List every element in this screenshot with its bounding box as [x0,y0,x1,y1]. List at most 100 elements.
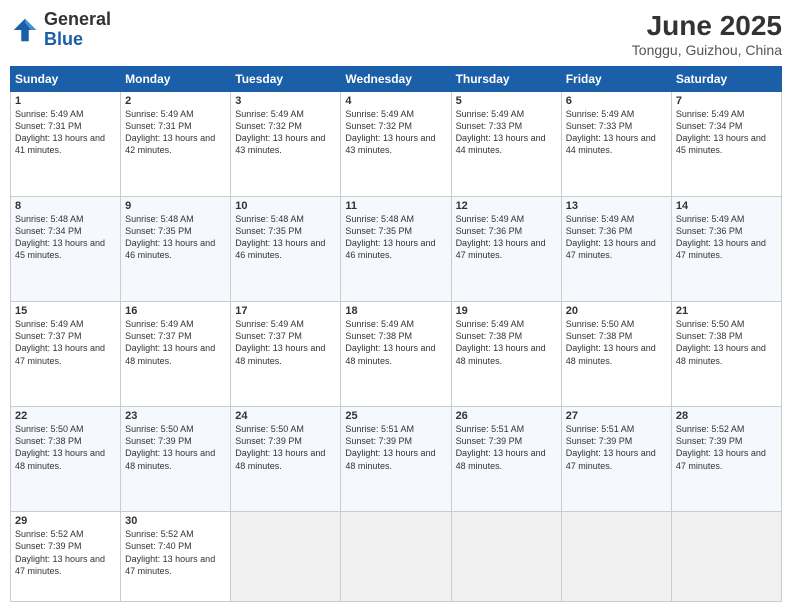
col-thursday: Thursday [451,67,561,92]
day-info: Sunrise: 5:52 AM Sunset: 7:40 PM Dayligh… [125,528,226,577]
day-number: 19 [456,305,557,317]
sunrise-label: Sunrise: 5:49 AM [15,319,84,329]
sunrise-label: Sunrise: 5:52 AM [15,529,84,539]
sunset-label: Sunset: 7:35 PM [345,226,412,236]
day-number: 9 [125,200,226,212]
day-number: 3 [235,95,336,107]
sunrise-label: Sunrise: 5:48 AM [345,214,414,224]
day-number: 18 [345,305,446,317]
sunrise-label: Sunrise: 5:49 AM [15,109,84,119]
header-row: Sunday Monday Tuesday Wednesday Thursday… [11,67,782,92]
daylight-label: Daylight: 13 hours and 43 minutes. [345,133,435,155]
day-number: 28 [676,410,777,422]
day-number: 14 [676,200,777,212]
table-row: 28 Sunrise: 5:52 AM Sunset: 7:39 PM Dayl… [671,407,781,512]
sunrise-label: Sunrise: 5:49 AM [125,319,194,329]
day-number: 16 [125,305,226,317]
calendar-week-5: 29 Sunrise: 5:52 AM Sunset: 7:39 PM Dayl… [11,512,782,602]
daylight-label: Daylight: 13 hours and 47 minutes. [15,554,105,576]
daylight-label: Daylight: 13 hours and 48 minutes. [125,448,215,470]
sunrise-label: Sunrise: 5:49 AM [456,214,525,224]
daylight-label: Daylight: 13 hours and 48 minutes. [676,343,766,365]
calendar-table: Sunday Monday Tuesday Wednesday Thursday… [10,66,782,602]
sunrise-label: Sunrise: 5:51 AM [345,424,414,434]
sunrise-label: Sunrise: 5:49 AM [125,109,194,119]
day-number: 1 [15,95,116,107]
logo-blue: Blue [44,30,111,50]
day-number: 12 [456,200,557,212]
day-info: Sunrise: 5:49 AM Sunset: 7:37 PM Dayligh… [235,318,336,367]
daylight-label: Daylight: 13 hours and 47 minutes. [15,343,105,365]
daylight-label: Daylight: 13 hours and 47 minutes. [125,554,215,576]
day-info: Sunrise: 5:49 AM Sunset: 7:32 PM Dayligh… [345,108,446,157]
table-row [451,512,561,602]
table-row: 6 Sunrise: 5:49 AM Sunset: 7:33 PM Dayli… [561,92,671,197]
daylight-label: Daylight: 13 hours and 41 minutes. [15,133,105,155]
sunrise-label: Sunrise: 5:52 AM [125,529,194,539]
sunset-label: Sunset: 7:36 PM [566,226,633,236]
table-row: 29 Sunrise: 5:52 AM Sunset: 7:39 PM Dayl… [11,512,121,602]
daylight-label: Daylight: 13 hours and 47 minutes. [456,238,546,260]
sunrise-label: Sunrise: 5:49 AM [676,109,745,119]
daylight-label: Daylight: 13 hours and 46 minutes. [235,238,325,260]
sunrise-label: Sunrise: 5:49 AM [566,214,635,224]
day-info: Sunrise: 5:52 AM Sunset: 7:39 PM Dayligh… [676,423,777,472]
sunrise-label: Sunrise: 5:48 AM [15,214,84,224]
daylight-label: Daylight: 13 hours and 48 minutes. [125,343,215,365]
sunset-label: Sunset: 7:40 PM [125,541,192,551]
sunset-label: Sunset: 7:38 PM [566,331,633,341]
day-number: 7 [676,95,777,107]
day-number: 2 [125,95,226,107]
daylight-label: Daylight: 13 hours and 46 minutes. [125,238,215,260]
day-number: 6 [566,95,667,107]
day-info: Sunrise: 5:49 AM Sunset: 7:38 PM Dayligh… [456,318,557,367]
day-info: Sunrise: 5:50 AM Sunset: 7:38 PM Dayligh… [676,318,777,367]
day-number: 29 [15,515,116,527]
day-number: 13 [566,200,667,212]
day-number: 10 [235,200,336,212]
sunrise-label: Sunrise: 5:50 AM [15,424,84,434]
daylight-label: Daylight: 13 hours and 46 minutes. [345,238,435,260]
sunset-label: Sunset: 7:36 PM [456,226,523,236]
day-info: Sunrise: 5:49 AM Sunset: 7:31 PM Dayligh… [125,108,226,157]
day-number: 25 [345,410,446,422]
col-saturday: Saturday [671,67,781,92]
day-info: Sunrise: 5:49 AM Sunset: 7:33 PM Dayligh… [566,108,667,157]
table-row: 30 Sunrise: 5:52 AM Sunset: 7:40 PM Dayl… [121,512,231,602]
day-number: 23 [125,410,226,422]
day-info: Sunrise: 5:49 AM Sunset: 7:33 PM Dayligh… [456,108,557,157]
sunrise-label: Sunrise: 5:49 AM [235,319,304,329]
day-info: Sunrise: 5:49 AM Sunset: 7:37 PM Dayligh… [125,318,226,367]
sunrise-label: Sunrise: 5:50 AM [566,319,635,329]
day-number: 20 [566,305,667,317]
sunset-label: Sunset: 7:33 PM [456,121,523,131]
daylight-label: Daylight: 13 hours and 43 minutes. [235,133,325,155]
day-number: 24 [235,410,336,422]
table-row: 4 Sunrise: 5:49 AM Sunset: 7:32 PM Dayli… [341,92,451,197]
day-info: Sunrise: 5:51 AM Sunset: 7:39 PM Dayligh… [566,423,667,472]
day-info: Sunrise: 5:50 AM Sunset: 7:39 PM Dayligh… [125,423,226,472]
sunset-label: Sunset: 7:38 PM [456,331,523,341]
sunrise-label: Sunrise: 5:52 AM [676,424,745,434]
day-info: Sunrise: 5:48 AM Sunset: 7:35 PM Dayligh… [125,213,226,262]
day-info: Sunrise: 5:49 AM Sunset: 7:36 PM Dayligh… [456,213,557,262]
day-info: Sunrise: 5:49 AM Sunset: 7:36 PM Dayligh… [676,213,777,262]
table-row [341,512,451,602]
sunrise-label: Sunrise: 5:50 AM [676,319,745,329]
table-row: 7 Sunrise: 5:49 AM Sunset: 7:34 PM Dayli… [671,92,781,197]
table-row: 17 Sunrise: 5:49 AM Sunset: 7:37 PM Dayl… [231,302,341,407]
header: General Blue June 2025 Tonggu, Guizhou, … [10,10,782,58]
day-number: 17 [235,305,336,317]
day-number: 4 [345,95,446,107]
table-row: 12 Sunrise: 5:49 AM Sunset: 7:36 PM Dayl… [451,197,561,302]
day-number: 22 [15,410,116,422]
sunrise-label: Sunrise: 5:50 AM [235,424,304,434]
daylight-label: Daylight: 13 hours and 47 minutes. [676,448,766,470]
day-info: Sunrise: 5:51 AM Sunset: 7:39 PM Dayligh… [345,423,446,472]
sunset-label: Sunset: 7:39 PM [15,541,82,551]
day-info: Sunrise: 5:48 AM Sunset: 7:35 PM Dayligh… [235,213,336,262]
sunset-label: Sunset: 7:32 PM [235,121,302,131]
table-row [671,512,781,602]
table-row: 15 Sunrise: 5:49 AM Sunset: 7:37 PM Dayl… [11,302,121,407]
daylight-label: Daylight: 13 hours and 44 minutes. [566,133,656,155]
